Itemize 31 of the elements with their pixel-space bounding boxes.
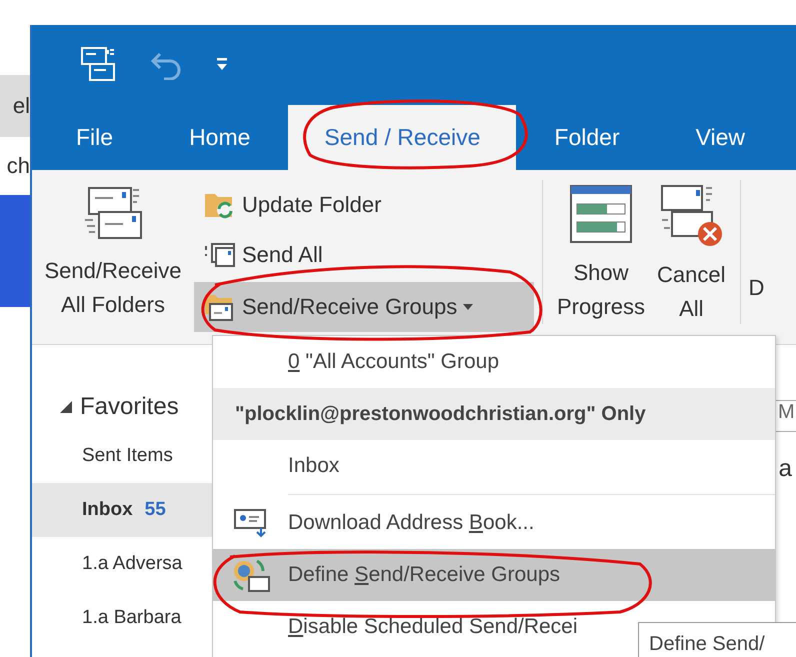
ribbon-button[interactable]: Update Folder xyxy=(194,180,534,230)
folder-item[interactable]: Sent Items xyxy=(32,429,212,483)
ribbon-tab[interactable]: View xyxy=(658,105,784,170)
ribbon-button[interactable]: Send/Receive Groups xyxy=(194,282,534,332)
menu-header: "plocklin@prestonwoodchristian.org" Only xyxy=(213,388,775,440)
ribbon-tab[interactable]: Send / Receive xyxy=(288,105,516,170)
outbox-icon xyxy=(204,242,236,268)
ribbon-tab[interactable]: Folder xyxy=(516,105,658,170)
progress-window-icon xyxy=(569,184,634,246)
send-receive-all-button[interactable]: Send/Receive All Folders xyxy=(32,180,194,344)
background-window-text: el xyxy=(12,93,30,119)
address-book-icon xyxy=(232,506,268,540)
menu-item[interactable]: 0 "All Accounts" Group xyxy=(213,336,775,388)
send-receive-icon[interactable] xyxy=(80,46,116,84)
ribbon-button[interactable]: Send All xyxy=(194,230,534,280)
ribbon-button-label: D xyxy=(748,274,764,302)
menu-item[interactable]: Define Send/Receive Groups xyxy=(213,549,775,601)
background-window-text: ch xyxy=(6,153,30,179)
folder-item[interactable]: 1.a Adversa xyxy=(32,537,212,591)
tooltip: Define Send/ xyxy=(638,622,796,657)
menu-item[interactable]: Inbox xyxy=(213,440,775,492)
folder-item[interactable]: Inbox 55 xyxy=(32,483,212,537)
sync-groups-icon xyxy=(230,557,270,593)
message-text: a xyxy=(778,455,792,483)
folder-item[interactable]: 1.a Barbara xyxy=(32,591,212,645)
favorites-header[interactable]: Favorites xyxy=(32,385,212,429)
envelopes-cancel-icon xyxy=(658,184,724,248)
menu-item[interactable]: Download Address Book... xyxy=(213,497,775,549)
folder-envelope-icon xyxy=(204,292,236,322)
ribbon-tab[interactable]: Home xyxy=(151,105,288,170)
ribbon-tab[interactable]: File xyxy=(52,105,152,170)
